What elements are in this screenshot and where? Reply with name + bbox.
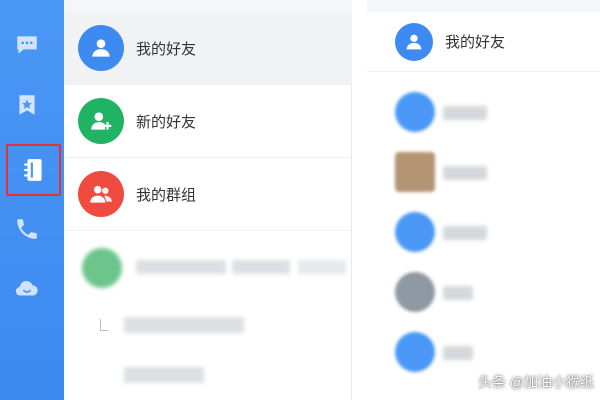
contact-item[interactable]: [395, 212, 595, 256]
contact-avatar: [395, 152, 435, 192]
panel-top-strip: [367, 0, 600, 12]
contact-avatar: [395, 212, 435, 252]
blurred-text: [136, 260, 226, 274]
entry-label: 新的好友: [136, 113, 197, 131]
entry-new-friends[interactable]: 新的好友: [64, 85, 352, 158]
contact-avatar: [395, 332, 435, 372]
blurred-contact-name: [443, 106, 487, 120]
entry-my-groups[interactable]: 我的群组: [64, 158, 352, 231]
blurred-text: [124, 317, 244, 333]
blurred-text: [298, 260, 346, 274]
contact-item[interactable]: [395, 92, 595, 136]
tree-connector: [100, 319, 108, 331]
friends-panel: 我的好友: [367, 0, 600, 400]
group-icon: [78, 171, 124, 217]
entry-label: 我的好友: [136, 40, 197, 58]
contact-avatar: [395, 92, 435, 132]
entry-label: 我的群组: [136, 186, 197, 204]
contact-item[interactable]: [395, 272, 595, 316]
nav-chat-button[interactable]: [10, 28, 44, 62]
user-icon: [78, 25, 124, 71]
nav-phone-button[interactable]: [10, 212, 44, 246]
contact-item[interactable]: [395, 152, 595, 196]
blurred-contact-name: [443, 286, 473, 300]
blurred-contact-name: [443, 346, 473, 360]
user-icon: [395, 22, 433, 61]
chat-bubble-icon: [17, 36, 37, 54]
blurred-avatar: [82, 248, 122, 288]
contact-avatar: [395, 272, 435, 312]
blurred-text: [232, 260, 290, 274]
left-nav: [0, 0, 64, 400]
blurred-group-row[interactable]: [64, 232, 352, 302]
blurred-contact-name: [443, 166, 487, 180]
friends-panel-header: 我的好友: [367, 12, 600, 72]
contact-item[interactable]: [395, 332, 595, 376]
nav-favorites-button[interactable]: [10, 88, 44, 122]
contacts-book-icon: [23, 159, 42, 181]
blurred-subitem[interactable]: [64, 305, 352, 349]
blurred-contact-name: [443, 226, 487, 240]
friends-panel-title: 我的好友: [445, 34, 506, 51]
watermark: 头条 @加油小猴纸: [477, 374, 594, 390]
cloud-icon: [15, 280, 38, 296]
nav-contacts-button[interactable]: [6, 144, 61, 196]
entry-my-friends[interactable]: 我的好友: [64, 12, 352, 85]
panel-top-strip: [64, 0, 352, 12]
phone-icon: [17, 219, 37, 239]
add-user-icon: [78, 98, 124, 144]
blurred-text: [124, 367, 204, 383]
nav-cloud-button[interactable]: [10, 272, 44, 306]
blurred-subitem[interactable]: [64, 355, 352, 399]
star-bookmark-icon: [19, 95, 35, 115]
contact-category-panel: 我的好友 新的好友 我的群组: [64, 0, 352, 400]
